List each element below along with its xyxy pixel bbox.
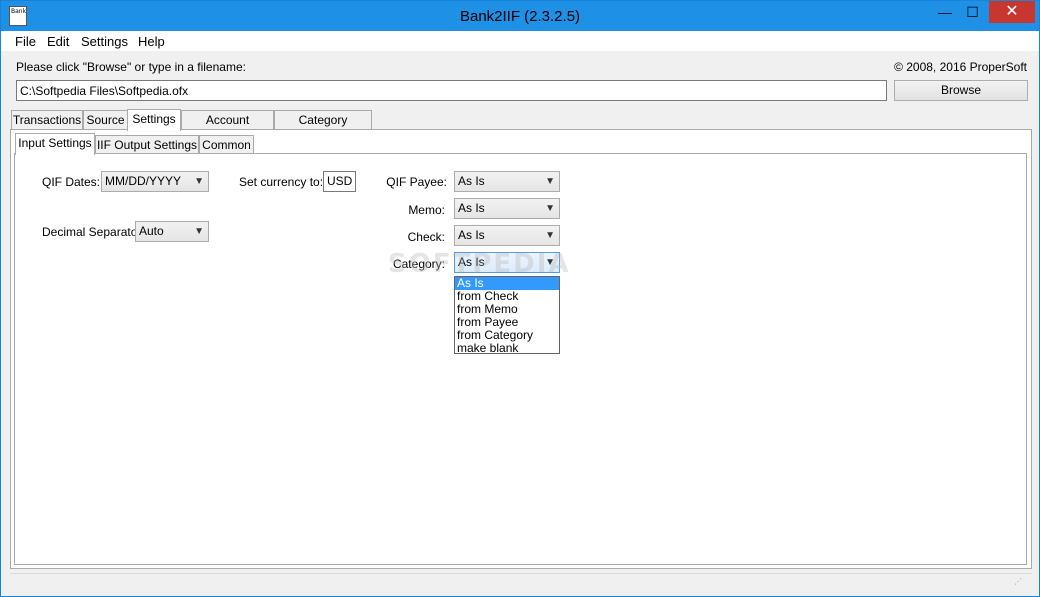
memo-select[interactable]: As Is ▼ bbox=[454, 198, 560, 219]
decimal-separator-select[interactable]: Auto ▼ bbox=[135, 221, 209, 242]
minimize-button[interactable]: — bbox=[931, 1, 959, 23]
decimal-separator-value: Auto bbox=[139, 224, 164, 238]
chevron-down-icon: ▼ bbox=[194, 176, 204, 187]
chevron-down-icon: ▼ bbox=[545, 203, 555, 214]
menu-edit[interactable]: Edit bbox=[47, 34, 69, 49]
memo-value: As Is bbox=[458, 201, 485, 215]
qif-payee-label: QIF Payee: bbox=[386, 175, 447, 189]
status-bar: ⋰ bbox=[10, 573, 1032, 591]
chevron-down-icon: ▼ bbox=[545, 176, 555, 187]
file-prompt: Please click "Browse" or type in a filen… bbox=[16, 60, 246, 74]
currency-input[interactable]: USD bbox=[323, 171, 356, 192]
app-window: Bank Bank2IIF (2.3.2.5) — ☐ ✕ File Edit … bbox=[0, 0, 1040, 597]
check-select[interactable]: As Is ▼ bbox=[454, 225, 560, 246]
chevron-down-icon: ▼ bbox=[545, 230, 555, 241]
tab-source[interactable]: Source bbox=[83, 110, 128, 130]
browse-button[interactable]: Browse bbox=[894, 80, 1028, 101]
softpedia-watermark: SOFTPEDIA bbox=[388, 249, 571, 279]
qif-dates-select[interactable]: MM/DD/YYYY ▼ bbox=[101, 171, 209, 192]
category-dropdown-list: As Is from Check from Memo from Payee fr… bbox=[454, 276, 560, 355]
check-value: As Is bbox=[458, 228, 485, 242]
window-title: Bank2IIF (2.3.2.5) bbox=[459, 8, 581, 25]
memo-label: Memo: bbox=[408, 203, 445, 217]
currency-label: Set currency to: bbox=[239, 175, 324, 189]
menu-file[interactable]: File bbox=[15, 34, 36, 49]
tab-account-mapping[interactable]: Account Mapping bbox=[181, 110, 274, 145]
tab-category-mapping[interactable]: Category Mapping bbox=[274, 110, 372, 145]
filename-input[interactable] bbox=[16, 80, 887, 101]
tab-transactions[interactable]: Transactions bbox=[11, 110, 83, 130]
menu-bar: File Edit Settings Help bbox=[1, 31, 1039, 51]
close-button[interactable]: ✕ bbox=[989, 1, 1035, 23]
copyright-text: © 2008, 2016 ProperSoft bbox=[894, 60, 1027, 74]
tab-settings[interactable]: Settings bbox=[127, 109, 181, 131]
check-label: Check: bbox=[407, 230, 445, 244]
dropdown-option[interactable]: make blank bbox=[455, 342, 559, 355]
decimal-separator-label: Decimal Separator: bbox=[42, 225, 145, 239]
qif-payee-value: As Is bbox=[458, 174, 485, 188]
tab-common[interactable]: Common bbox=[199, 135, 254, 155]
maximize-button[interactable]: ☐ bbox=[959, 1, 986, 23]
qif-dates-label: QIF Dates: bbox=[42, 175, 101, 189]
chevron-down-icon: ▼ bbox=[194, 226, 204, 237]
tab-iif-output-settings[interactable]: IIF Output Settings bbox=[95, 135, 199, 155]
qif-dates-value: MM/DD/YYYY bbox=[105, 174, 182, 188]
resize-grip-icon[interactable]: ⋰ bbox=[1014, 577, 1024, 587]
tab-input-settings[interactable]: Input Settings bbox=[15, 133, 95, 155]
qif-payee-select[interactable]: As Is ▼ bbox=[454, 171, 560, 192]
title-bar[interactable]: Bank Bank2IIF (2.3.2.5) — ☐ ✕ bbox=[1, 1, 1039, 31]
menu-help[interactable]: Help bbox=[138, 34, 165, 49]
menu-settings[interactable]: Settings bbox=[81, 34, 128, 49]
